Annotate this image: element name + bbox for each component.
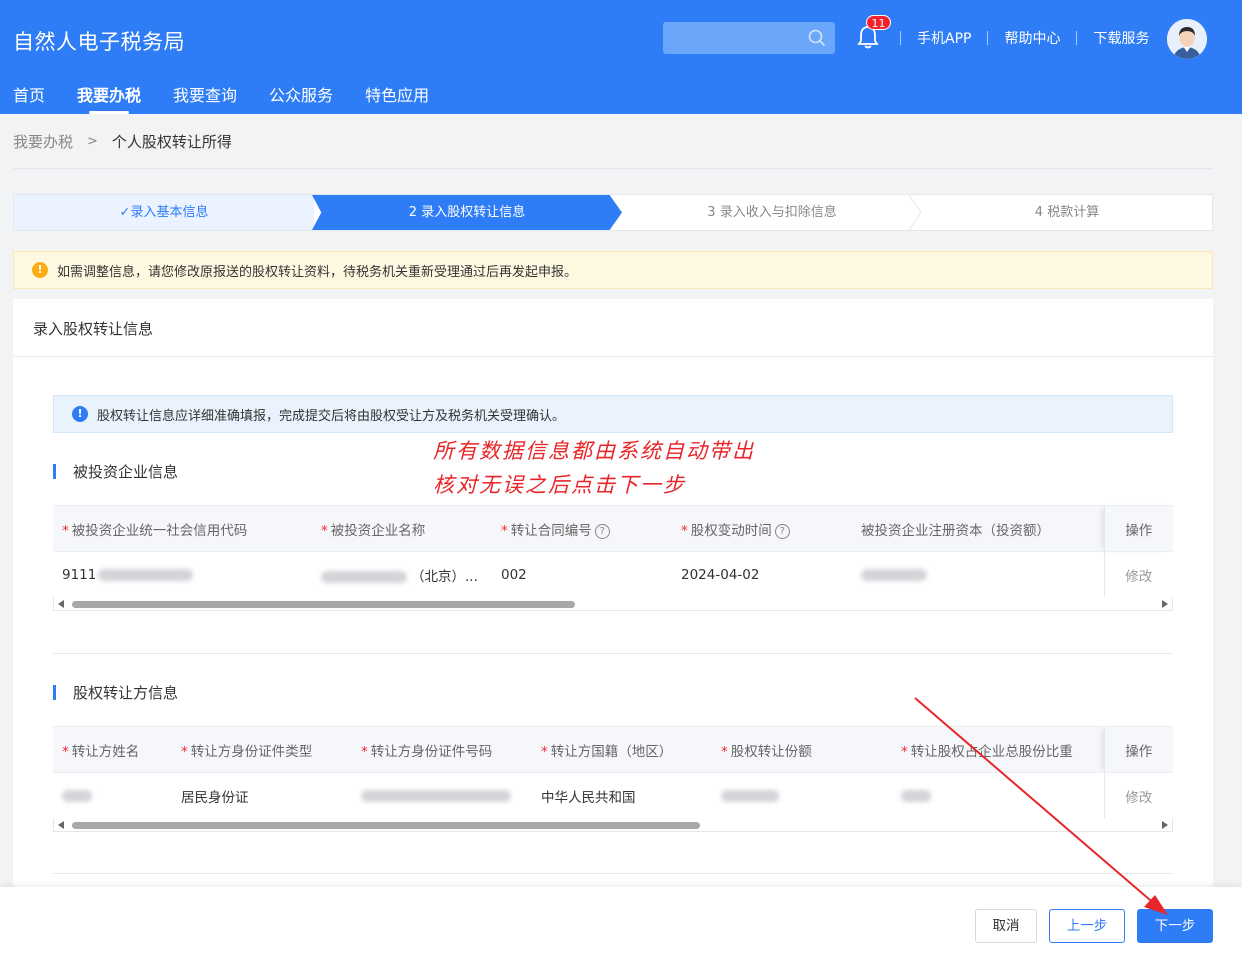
edit-button[interactable]: 修改 xyxy=(1103,772,1173,819)
cell-registered-capital xyxy=(852,551,1104,598)
link-help-center[interactable]: 帮助中心 xyxy=(1004,28,1060,48)
card-title: 录入股权转让信息 xyxy=(33,320,154,338)
cell-id-number xyxy=(352,772,532,819)
annotation-line-1: 所有数据信息都由系统自动带出 xyxy=(433,439,755,463)
top-header: 自然人电子税务局 11 手机APP 帮助中心 下载服务 首页 我要办税 我要查询… xyxy=(0,0,1242,114)
column-header: * 被投资企业统一社会信用代码 xyxy=(53,505,312,552)
column-header: * 被投资企业名称 xyxy=(312,505,492,552)
cell-change-date: 2024-04-02 xyxy=(672,551,852,598)
column-header: * 转让方身份证件类型 xyxy=(172,726,352,773)
card-divider xyxy=(13,356,1213,357)
column-header: * 股权变动时间? xyxy=(672,505,852,552)
info-icon: ! xyxy=(72,406,88,422)
next-step-button[interactable]: 下一步 xyxy=(1137,909,1213,943)
top-links: 手机APP 帮助中心 下载服务 xyxy=(900,28,1149,48)
cell-company-name: （北京）... xyxy=(312,551,492,598)
step-equity-transfer: 2 录入股权转让信息 xyxy=(312,195,622,230)
cell-transfer-share xyxy=(712,772,892,819)
section-divider xyxy=(53,653,1173,654)
column-header: * 股权转让份额 xyxy=(712,726,892,773)
column-header: * 转让方国籍（地区） xyxy=(532,726,712,773)
warning-text: 如需调整信息，请您修改原报送的股权转让资料，待税务机关重新受理通过后再发起申报。 xyxy=(57,264,578,280)
column-header-action: 操作 xyxy=(1103,726,1173,773)
section-title-invested-company: 被投资企业信息 xyxy=(53,461,178,482)
main-nav: 首页 我要办税 我要查询 公众服务 特色应用 xyxy=(13,82,461,114)
cell-credit-code: 9111 xyxy=(53,551,312,598)
column-header-action: 操作 xyxy=(1103,505,1173,552)
annotation-line-2: 核对无误之后点击下一步 xyxy=(433,473,686,497)
previous-step-button[interactable]: 上一步 xyxy=(1049,909,1125,943)
cell-share-ratio xyxy=(892,772,1104,819)
cell-contract-no: 002 xyxy=(492,551,672,598)
section-divider xyxy=(53,873,1173,874)
warning-alert: ! 如需调整信息，请您修改原报送的股权转让资料，待税务机关重新受理通过后再发起申… xyxy=(13,251,1213,289)
link-download[interactable]: 下载服务 xyxy=(1093,28,1149,48)
cell-nationality: 中华人民共和国 xyxy=(532,772,712,819)
column-header: * 转让方姓名 xyxy=(53,726,172,773)
breadcrumb-divider xyxy=(13,168,1213,169)
scroll-left-icon[interactable] xyxy=(58,821,64,829)
action-footer: 取消 上一步 下一步 xyxy=(0,887,1242,963)
breadcrumb-current: 个人股权转让所得 xyxy=(111,133,232,151)
nav-query[interactable]: 我要查询 xyxy=(173,82,237,114)
scrollbar-thumb[interactable] xyxy=(72,822,700,829)
nav-home[interactable]: 首页 xyxy=(13,82,45,114)
breadcrumb-separator: > xyxy=(87,134,98,149)
warning-icon: ! xyxy=(32,262,48,278)
nav-public-service[interactable]: 公众服务 xyxy=(269,82,333,114)
cell-transferor-name xyxy=(53,772,172,819)
search-icon[interactable] xyxy=(808,29,826,47)
scroll-right-icon[interactable] xyxy=(1162,821,1168,829)
transferor-table: * 转让方姓名 * 转让方身份证件类型 * 转让方身份证件号码 * 转让方国籍（地区） … xyxy=(53,726,1173,819)
link-divider xyxy=(900,31,901,45)
info-alert: ! 股权转让信息应详细准确填报，完成提交后将由股权受让方及税务机关受理确认。 xyxy=(53,395,1173,433)
column-header: * 转让方身份证件号码 xyxy=(352,726,532,773)
link-divider xyxy=(1076,31,1078,45)
table-header-row: * 转让方姓名 * 转让方身份证件类型 * 转让方身份证件号码 * 转让方国籍（地区） … xyxy=(53,726,1173,773)
equity-transfer-card: 录入股权转让信息 ! 股权转让信息应详细准确填报，完成提交后将由股权受让方及税务… xyxy=(13,299,1213,899)
link-mobile-app[interactable]: 手机APP xyxy=(917,28,971,48)
invested-company-table: * 被投资企业统一社会信用代码 * 被投资企业名称 * 转让合同编号? * 股权变动时间… xyxy=(53,505,1173,598)
nav-tax-service[interactable]: 我要办税 xyxy=(77,82,141,114)
site-brand[interactable]: 自然人电子税务局 xyxy=(13,26,185,56)
table-row: 9111 （北京）... 002 2024-04-02 修改 xyxy=(53,551,1173,598)
scroll-left-icon[interactable] xyxy=(58,600,64,608)
cancel-button[interactable]: 取消 xyxy=(975,909,1037,943)
table-header-row: * 被投资企业统一社会信用代码 * 被投资企业名称 * 转让合同编号? * 股权变动时间… xyxy=(53,505,1173,552)
notification-badge: 11 xyxy=(866,15,891,30)
column-header: 被投资企业注册资本（投资额） xyxy=(852,505,1104,552)
step-tax-calc: 4 税款计算 xyxy=(1034,205,1100,220)
section-title-transferor: 股权转让方信息 xyxy=(53,682,178,703)
help-icon[interactable]: ? xyxy=(774,523,790,539)
step-income-deduction: 3 录入收入与扣除信息 xyxy=(707,205,837,220)
edit-button[interactable]: 修改 xyxy=(1103,551,1173,598)
nav-featured-apps[interactable]: 特色应用 xyxy=(365,82,429,114)
help-icon[interactable]: ? xyxy=(594,523,610,539)
info-text: 股权转让信息应详细准确填报，完成提交后将由股权受让方及税务机关受理确认。 xyxy=(97,408,566,424)
table-row: 居民身份证 中华人民共和国 修改 xyxy=(53,772,1173,819)
breadcrumb: 我要办税 > 个人股权转让所得 xyxy=(13,131,232,152)
link-divider xyxy=(987,31,989,45)
progress-steps: ✓录入基本信息 2 录入股权转让信息 3 录入收入与扣除信息 4 税款计算 xyxy=(13,194,1213,231)
column-header: * 转让合同编号? xyxy=(492,505,672,552)
avatar[interactable] xyxy=(1167,19,1207,59)
breadcrumb-home[interactable]: 我要办税 xyxy=(13,131,73,152)
scrollbar-thumb[interactable] xyxy=(72,601,575,608)
user-avatar-icon xyxy=(1167,19,1207,59)
scroll-right-icon[interactable] xyxy=(1162,600,1168,608)
search-input[interactable] xyxy=(663,22,835,54)
cell-id-type: 居民身份证 xyxy=(172,772,352,819)
horizontal-scrollbar[interactable] xyxy=(53,818,1173,832)
horizontal-scrollbar[interactable] xyxy=(53,597,1173,611)
step-basic-info: ✓录入基本信息 xyxy=(14,195,314,230)
column-header: * 转让股权占企业总股份比重 xyxy=(892,726,1104,773)
